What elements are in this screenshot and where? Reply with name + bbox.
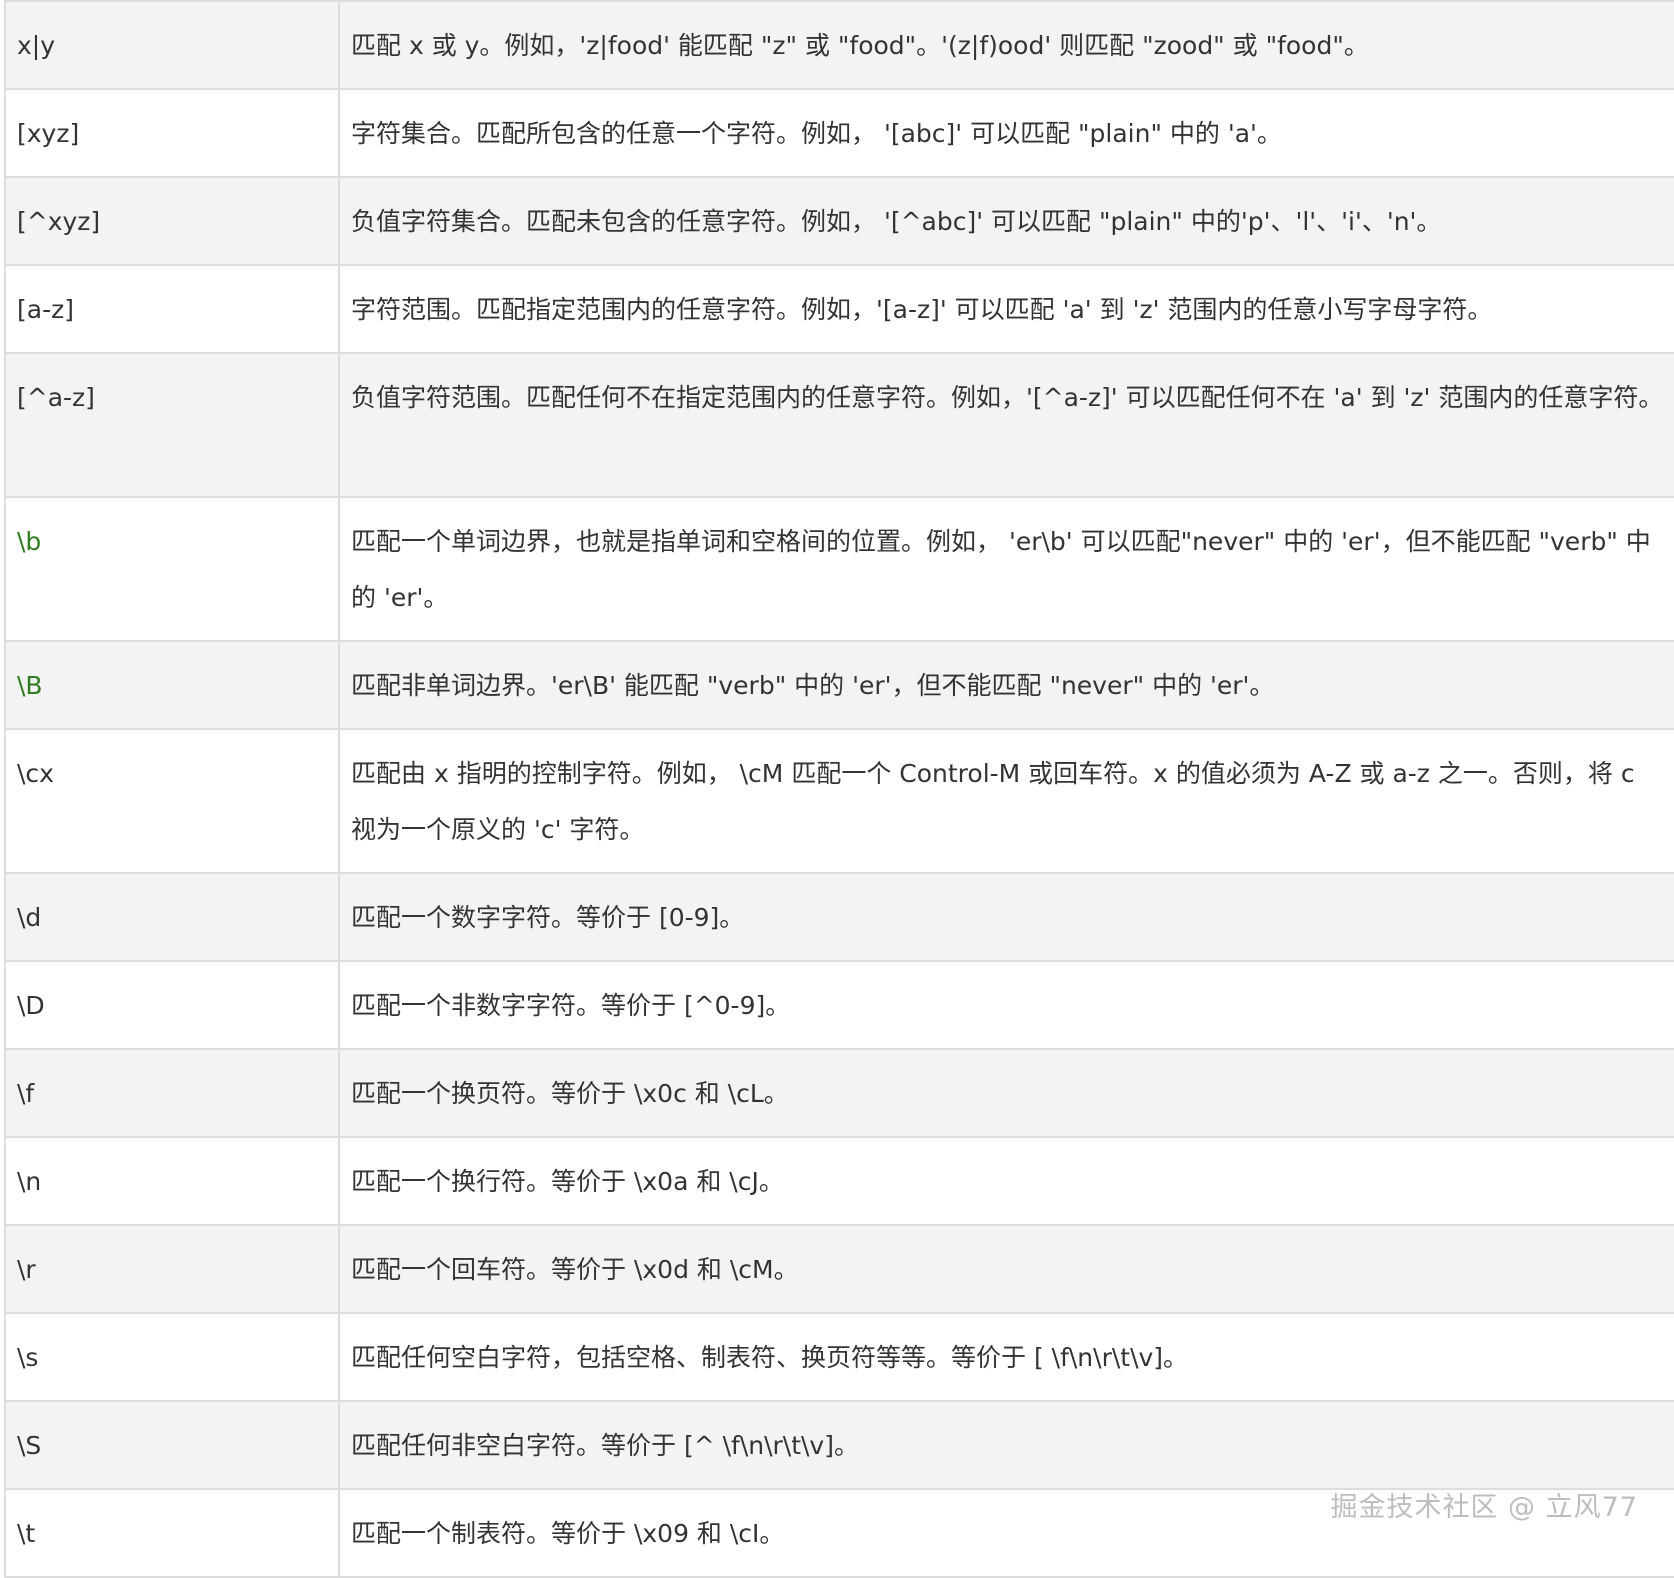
pattern-cell: \cx [4, 728, 340, 874]
description-cell: 字符集合。匹配所包含的任意一个字符。例如， '[abc]' 可以匹配 "plai… [338, 88, 1674, 178]
table-row: \cx 匹配由 x 指明的控制字符。例如， \cM 匹配一个 Control-M… [4, 728, 1674, 874]
pattern-cell: \t [4, 1488, 340, 1578]
pattern-cell: [^xyz] [4, 176, 340, 266]
pattern-cell: \b [4, 496, 340, 642]
table-row: \d 匹配一个数字字符。等价于 [0-9]。 [4, 872, 1674, 962]
table-row: [xyz] 字符集合。匹配所包含的任意一个字符。例如， '[abc]' 可以匹配… [4, 88, 1674, 178]
pattern-cell: \B [4, 640, 340, 730]
description-cell: 匹配一个非数字字符。等价于 [^0-9]。 [338, 960, 1674, 1050]
pattern-cell: \f [4, 1048, 340, 1138]
table-row: [a-z] 字符范围。匹配指定范围内的任意字符。例如，'[a-z]' 可以匹配 … [4, 264, 1674, 354]
description-cell: 匹配一个换页符。等价于 \x0c 和 \cL。 [338, 1048, 1674, 1138]
pattern-cell: x|y [4, 0, 340, 90]
description-cell: 匹配任何非空白字符。等价于 [^ \f\n\r\t\v]。 [338, 1400, 1674, 1490]
description-cell: 匹配一个换行符。等价于 \x0a 和 \cJ。 [338, 1136, 1674, 1226]
description-cell: 匹配一个单词边界，也就是指单词和空格间的位置。例如， 'er\b' 可以匹配"n… [338, 496, 1674, 642]
table-row: \b 匹配一个单词边界，也就是指单词和空格间的位置。例如， 'er\b' 可以匹… [4, 496, 1674, 642]
table-row: \n 匹配一个换行符。等价于 \x0a 和 \cJ。 [4, 1136, 1674, 1226]
pattern-cell: \S [4, 1400, 340, 1490]
table-row: \r 匹配一个回车符。等价于 \x0d 和 \cM。 [4, 1224, 1674, 1314]
description-cell: 匹配由 x 指明的控制字符。例如， \cM 匹配一个 Control-M 或回车… [338, 728, 1674, 874]
table-row: [^a-z] 负值字符范围。匹配任何不在指定范围内的任意字符。例如，'[^a-z… [4, 352, 1674, 498]
pattern-cell: [a-z] [4, 264, 340, 354]
description-cell: 字符范围。匹配指定范围内的任意字符。例如，'[a-z]' 可以匹配 'a' 到 … [338, 264, 1674, 354]
pattern-cell: [^a-z] [4, 352, 340, 498]
pattern-cell: \d [4, 872, 340, 962]
description-cell: 匹配一个回车符。等价于 \x0d 和 \cM。 [338, 1224, 1674, 1314]
description-cell: 匹配一个数字字符。等价于 [0-9]。 [338, 872, 1674, 962]
table-row: [^xyz] 负值字符集合。匹配未包含的任意字符。例如， '[^abc]' 可以… [4, 176, 1674, 266]
pattern-cell: \s [4, 1312, 340, 1402]
description-cell: 负值字符集合。匹配未包含的任意字符。例如， '[^abc]' 可以匹配 "pla… [338, 176, 1674, 266]
regex-table-container: x|y 匹配 x 或 y。例如，'z|food' 能匹配 "z" 或 "food… [4, 0, 1674, 1578]
pattern-cell: \r [4, 1224, 340, 1314]
description-cell: 匹配任何空白字符，包括空格、制表符、换页符等等。等价于 [ \f\n\r\t\v… [338, 1312, 1674, 1402]
table-row: \f 匹配一个换页符。等价于 \x0c 和 \cL。 [4, 1048, 1674, 1138]
description-cell: 匹配非单词边界。'er\B' 能匹配 "verb" 中的 'er'，但不能匹配 … [338, 640, 1674, 730]
table-row: \B 匹配非单词边界。'er\B' 能匹配 "verb" 中的 'er'，但不能… [4, 640, 1674, 730]
table-row: \D 匹配一个非数字字符。等价于 [^0-9]。 [4, 960, 1674, 1050]
table-row: \s 匹配任何空白字符，包括空格、制表符、换页符等等。等价于 [ \f\n\r\… [4, 1312, 1674, 1402]
pattern-cell: \n [4, 1136, 340, 1226]
description-cell: 负值字符范围。匹配任何不在指定范围内的任意字符。例如，'[^a-z]' 可以匹配… [338, 352, 1674, 498]
pattern-cell: [xyz] [4, 88, 340, 178]
watermark: 掘金技术社区 @ 立风77 [1330, 1492, 1638, 1523]
table-row: \S 匹配任何非空白字符。等价于 [^ \f\n\r\t\v]。 [4, 1400, 1674, 1490]
table-row: x|y 匹配 x 或 y。例如，'z|food' 能匹配 "z" 或 "food… [4, 0, 1674, 90]
regex-table: x|y 匹配 x 或 y。例如，'z|food' 能匹配 "z" 或 "food… [4, 0, 1674, 1578]
description-cell: 匹配 x 或 y。例如，'z|food' 能匹配 "z" 或 "food"。'(… [338, 0, 1674, 90]
pattern-cell: \D [4, 960, 340, 1050]
